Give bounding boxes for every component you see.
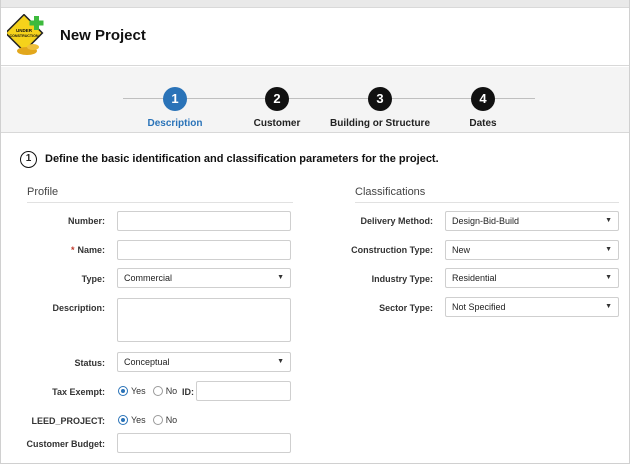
description-label: Description: [52, 303, 105, 313]
profile-divider [27, 202, 293, 203]
customer-budget-input[interactable] [117, 433, 291, 453]
svg-text:CONSTRUCTION: CONSTRUCTION [10, 34, 39, 38]
description-textarea[interactable] [117, 298, 291, 342]
wizard-steps: 1 Description 2 Customer 3 Building or S… [1, 67, 629, 133]
new-project-window: UNDER CONSTRUCTION New Project 1 Descrip… [0, 0, 630, 464]
name-input[interactable] [117, 240, 291, 260]
construction-type-label: Construction Type: [351, 245, 433, 255]
id-label: ID: [182, 387, 194, 397]
page-header: UNDER CONSTRUCTION New Project [1, 8, 629, 66]
name-label: * Name: [71, 245, 105, 255]
chevron-down-icon: ▼ [605, 217, 612, 224]
leed-yes-radio[interactable] [118, 415, 128, 425]
delivery-method-value: Design-Bid-Build [452, 216, 520, 226]
tax-exempt-yes-radio[interactable] [118, 386, 128, 396]
step-dates[interactable]: 4 Dates [423, 87, 543, 129]
chevron-down-icon: ▼ [605, 274, 612, 281]
name-label-text: Name: [77, 245, 105, 255]
number-input[interactable] [117, 211, 291, 231]
classifications-heading: Classifications [355, 186, 426, 198]
step-number-badge: 2 [265, 87, 289, 111]
delivery-method-select[interactable]: Design-Bid-Build ▼ [445, 211, 619, 231]
sector-type-label: Sector Type: [379, 303, 433, 313]
status-select[interactable]: Conceptual ▼ [117, 352, 291, 372]
tax-exempt-no-radio[interactable] [152, 386, 163, 396]
sector-type-select[interactable]: Not Specified ▼ [445, 297, 619, 317]
instruction-number-badge: 1 [20, 150, 37, 168]
step-label: Customer [253, 118, 301, 129]
customer-budget-label: Customer Budget: [26, 439, 106, 449]
step-number-badge: 3 [368, 87, 392, 111]
type-select-value: Commercial [124, 273, 173, 283]
leed-no-radio[interactable] [152, 415, 163, 425]
tax-exempt-yes-label: Yes [131, 386, 146, 396]
top-bar [1, 0, 629, 8]
instruction: 1 Define the basic identification and cl… [20, 149, 439, 169]
step-number-badge: 4 [471, 87, 495, 111]
under-construction-icon: UNDER CONSTRUCTION [7, 14, 44, 55]
leed-project-radio-group: Yes No [118, 415, 184, 425]
page-title: New Project [60, 27, 146, 44]
chevron-down-icon: ▼ [605, 246, 612, 253]
instruction-text: Define the basic identification and clas… [45, 153, 439, 165]
step-customer[interactable]: 2 Customer [217, 87, 337, 129]
status-label: Status: [74, 358, 105, 368]
step-label: Building or Structure [330, 118, 430, 129]
classifications-divider [355, 202, 619, 203]
chevron-down-icon: ▼ [605, 303, 612, 310]
tax-exempt-no-label: No [165, 386, 178, 396]
tax-exempt-radio-group: Yes No [118, 386, 184, 396]
status-select-value: Conceptual [124, 357, 170, 367]
leed-yes-label: Yes [131, 415, 146, 425]
tax-exempt-label: Tax Exempt: [52, 387, 105, 397]
chevron-down-icon: ▼ [277, 358, 284, 365]
industry-type-select[interactable]: Residential ▼ [445, 268, 619, 288]
svg-text:UNDER: UNDER [16, 28, 33, 33]
step-building-or-structure[interactable]: 3 Building or Structure [320, 87, 440, 129]
industry-type-value: Residential [452, 273, 497, 283]
sector-type-value: Not Specified [452, 302, 506, 312]
construction-type-value: New [452, 245, 471, 255]
chevron-down-icon: ▼ [277, 274, 284, 281]
profile-heading: Profile [27, 186, 59, 198]
construction-type-select[interactable]: New ▼ [445, 240, 619, 260]
delivery-method-label: Delivery Method: [360, 216, 433, 226]
step-number-badge: 1 [163, 87, 187, 111]
type-select[interactable]: Commercial ▼ [117, 268, 291, 288]
id-input[interactable] [196, 381, 291, 401]
type-label: Type: [81, 274, 105, 284]
leed-project-label: LEED_PROJECT: [31, 416, 105, 426]
industry-type-label: Industry Type: [371, 274, 433, 284]
number-label: Number: [67, 216, 105, 226]
step-label: Dates [469, 118, 497, 129]
leed-no-label: No [165, 415, 178, 425]
required-marker: * [70, 245, 75, 255]
